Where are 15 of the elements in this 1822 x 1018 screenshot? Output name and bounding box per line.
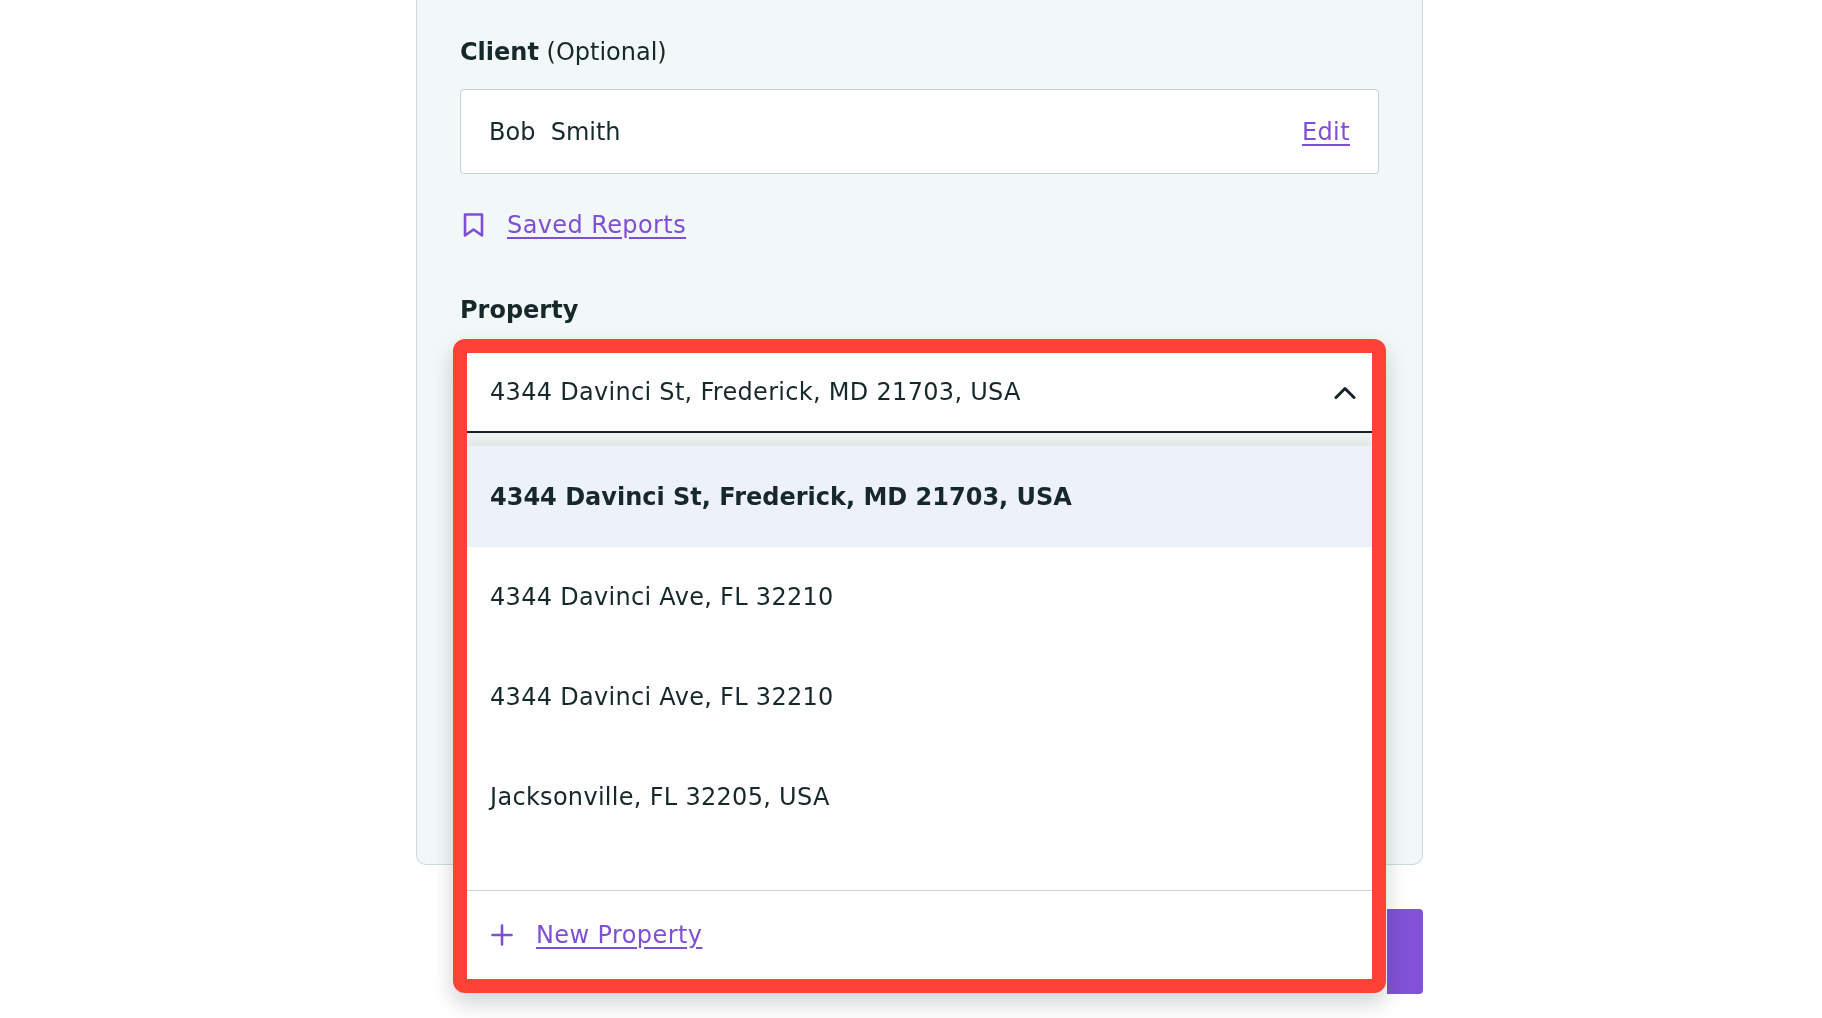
- new-property-link[interactable]: New Property: [536, 917, 703, 953]
- dropdown-option[interactable]: 4344 Davinci St, Frederick, MD 21703, USA: [467, 446, 1372, 547]
- saved-reports-link[interactable]: Saved Reports: [507, 207, 687, 243]
- dropdown-option[interactable]: 4344 Davinci Ave, FL 32210: [467, 547, 1372, 647]
- dropdown-option[interactable]: 4344 Davinci Ave, FL 32210: [467, 647, 1372, 747]
- client-name: Bob Smith: [489, 116, 621, 148]
- client-label: Client (Optional): [460, 37, 668, 67]
- client-field[interactable]: Bob Smith Edit: [460, 89, 1379, 174]
- property-select[interactable]: 4344 Davinci St, Frederick, MD 21703, USA: [467, 353, 1372, 433]
- edit-link[interactable]: Edit: [1301, 113, 1350, 150]
- property-label: Property: [460, 295, 580, 325]
- action-button[interactable]: [1387, 909, 1423, 994]
- dropdown-option[interactable]: Jacksonville, FL 32205, USA: [467, 747, 1372, 847]
- plus-icon: [491, 924, 513, 946]
- bookmark-icon: [462, 212, 485, 238]
